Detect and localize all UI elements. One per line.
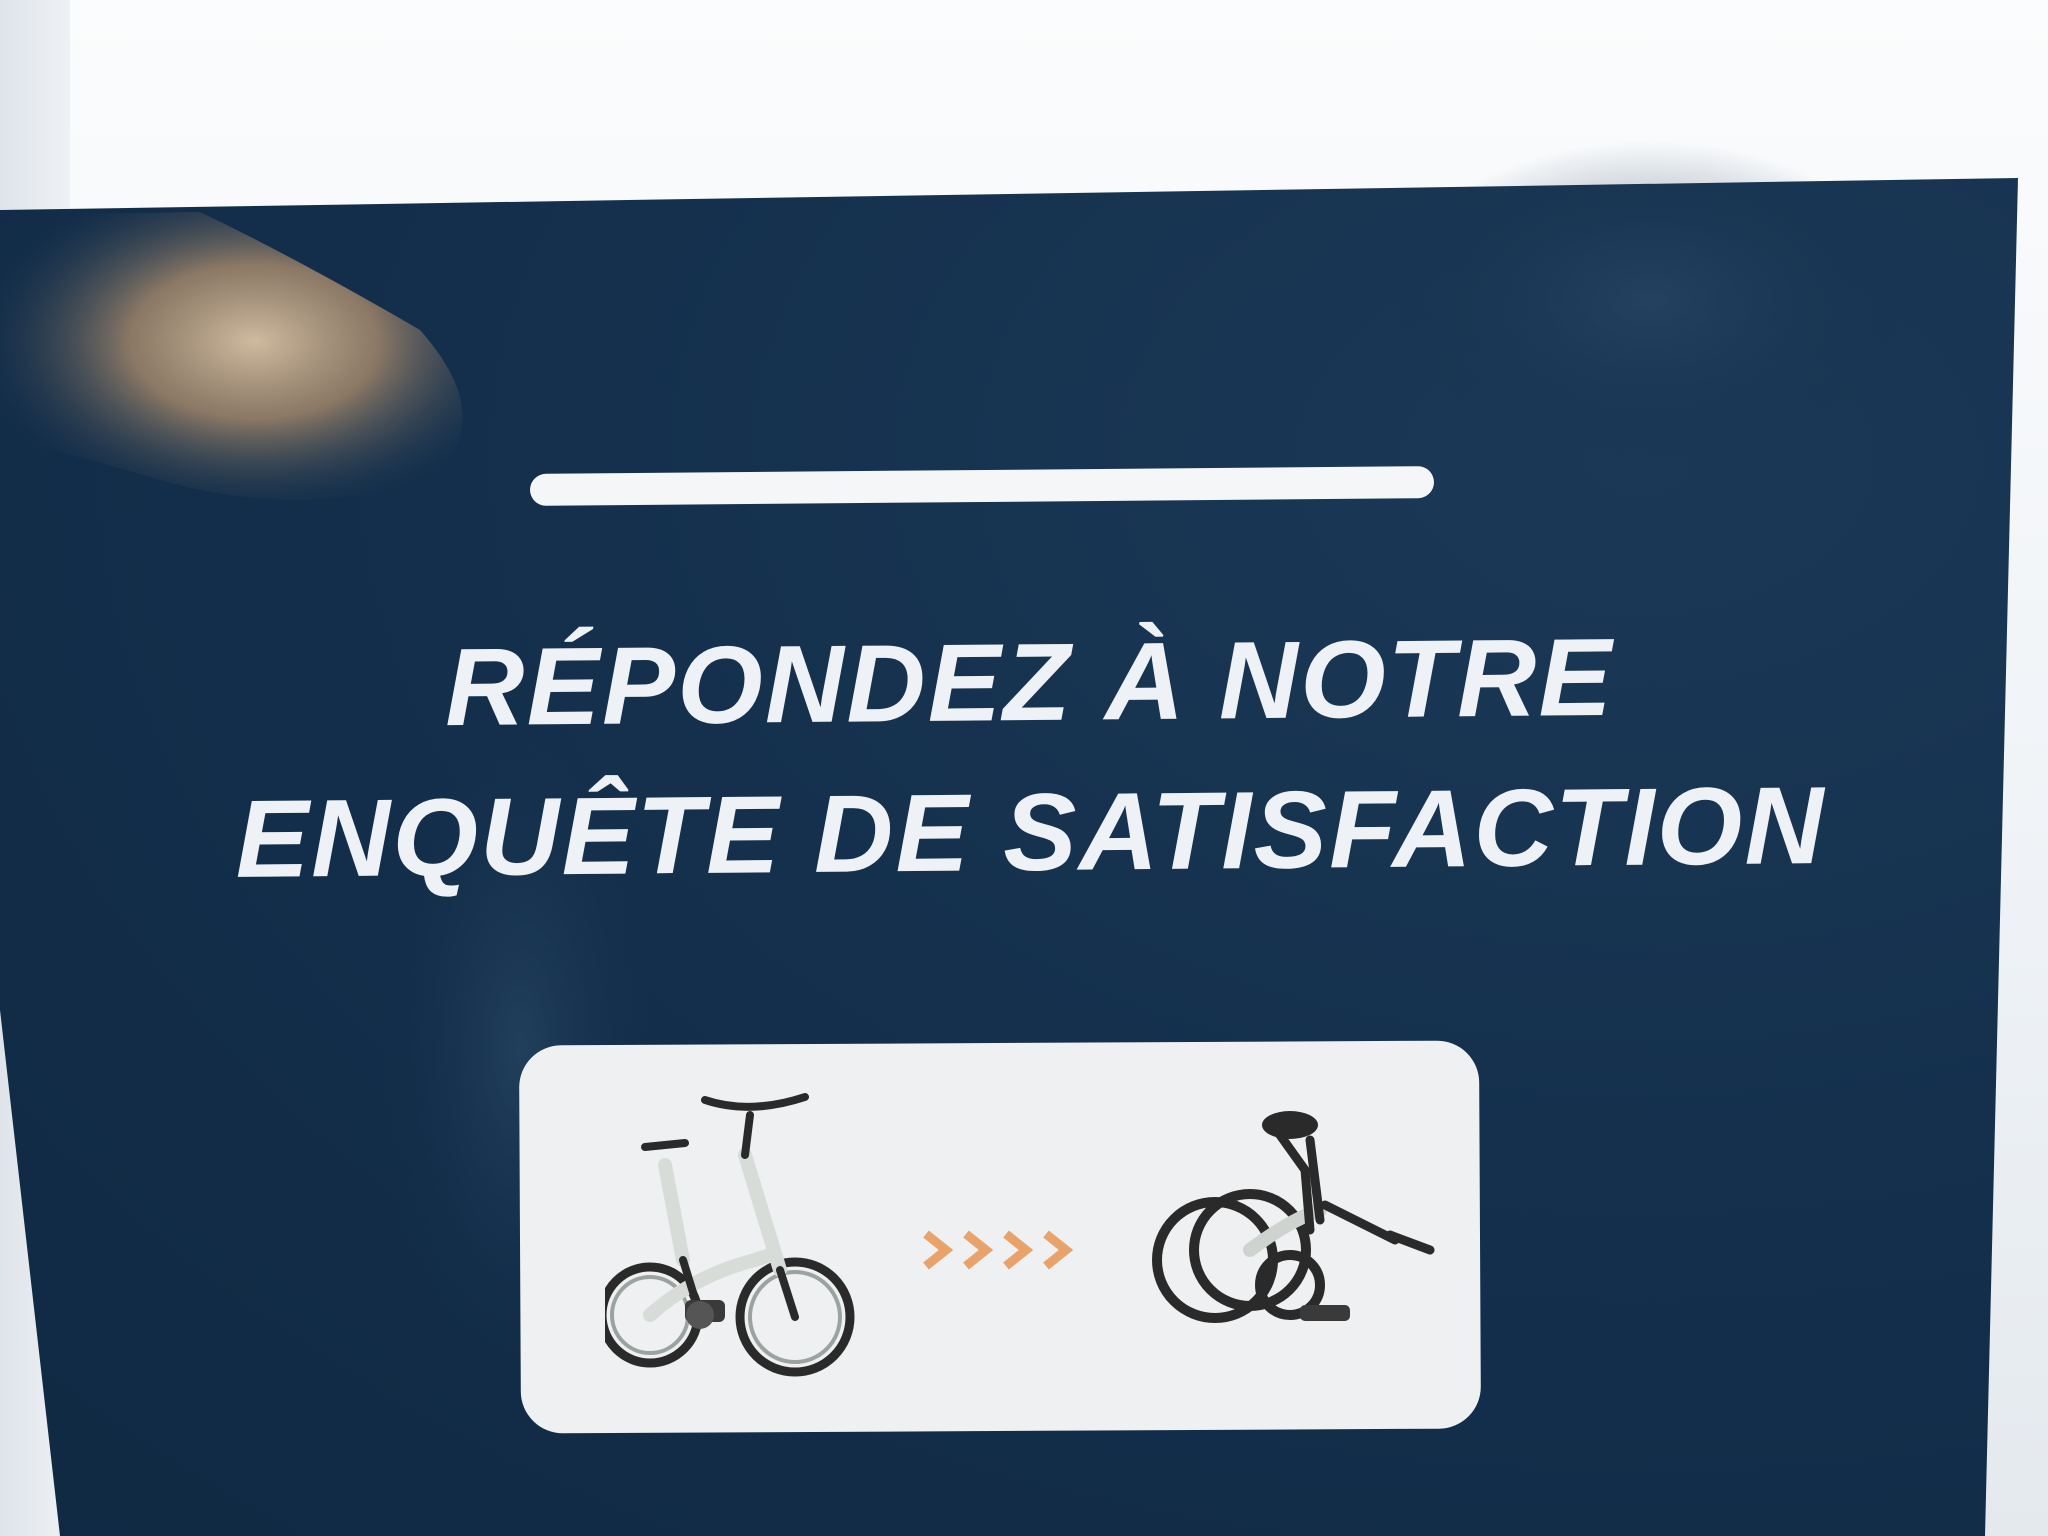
photo-scene: RÉPONDEZ À NOTRE ENQUÊTE DE SATISFACTION bbox=[0, 0, 2048, 1536]
unfolded-bike-icon bbox=[605, 1093, 855, 1377]
sign-headline: RÉPONDEZ À NOTRE ENQUÊTE DE SATISFACTION bbox=[79, 600, 1982, 917]
headline-line-2: ENQUÊTE DE SATISFACTION bbox=[235, 764, 1827, 901]
folded-bike-icon bbox=[1152, 1111, 1435, 1323]
headline-line-1: RÉPONDEZ À NOTRE bbox=[444, 615, 1615, 750]
chevron-arrows-icon bbox=[923, 1230, 1074, 1270]
